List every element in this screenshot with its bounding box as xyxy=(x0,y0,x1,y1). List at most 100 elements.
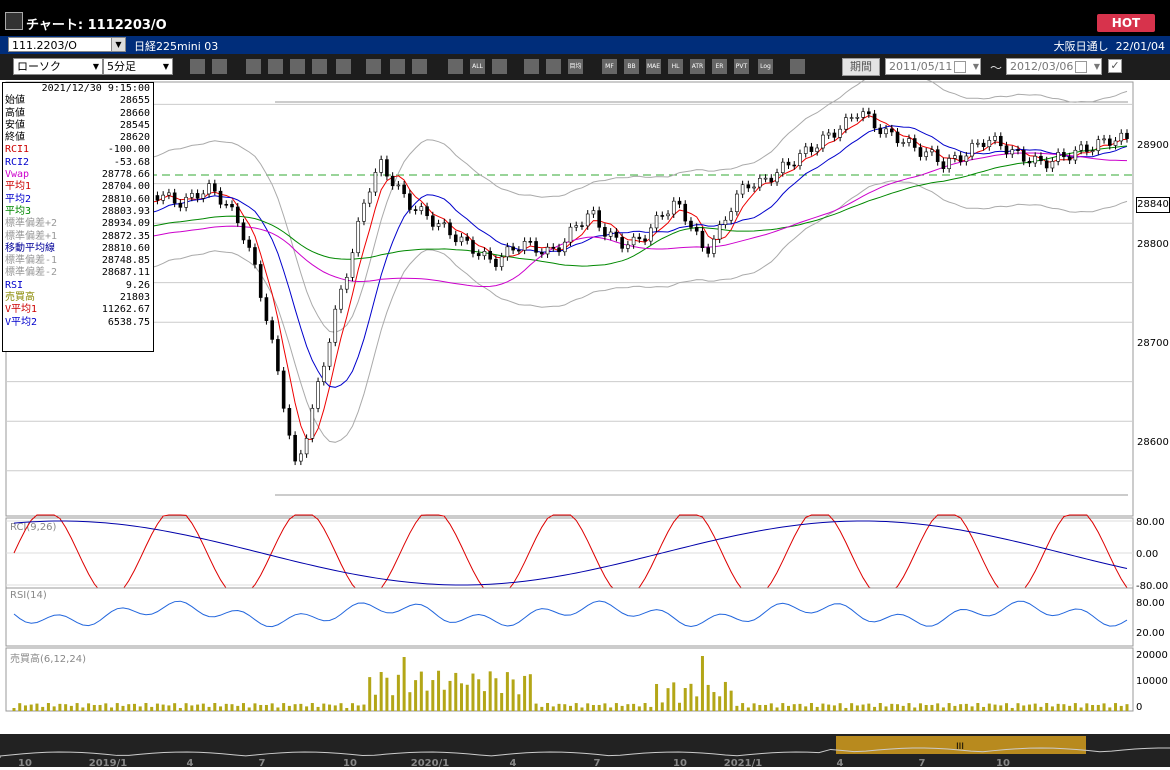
tool-all-button[interactable]: ALL xyxy=(470,59,485,74)
volume-bar xyxy=(167,705,171,711)
draw-icon[interactable] xyxy=(246,59,261,74)
candle-body xyxy=(958,155,963,162)
pen-icon[interactable] xyxy=(336,59,351,74)
candle-body xyxy=(717,224,722,240)
price-tick: 28700 xyxy=(1137,338,1169,349)
tool-mf-button[interactable]: MF xyxy=(602,59,617,74)
candle-body xyxy=(1067,156,1072,161)
tool-atr-button[interactable]: ATR xyxy=(690,59,705,74)
tool-bb-button[interactable]: BB xyxy=(624,59,639,74)
arrow-icon[interactable] xyxy=(366,59,381,74)
info-label: RCI2 xyxy=(5,156,30,168)
volume-bar xyxy=(534,703,538,711)
chevron-down-icon[interactable]: ▼ xyxy=(1094,59,1100,74)
candle-body xyxy=(912,138,917,148)
volume-bar xyxy=(861,704,865,711)
tool-pvt-button[interactable]: PVT xyxy=(734,59,749,74)
wrench-icon[interactable] xyxy=(524,59,539,74)
volume-bar xyxy=(241,703,245,711)
palette-icon[interactable] xyxy=(546,59,561,74)
info-label: 移動平均線 xyxy=(5,242,55,254)
candle-body xyxy=(614,231,619,238)
volume-bar xyxy=(1119,705,1123,711)
candle-body xyxy=(1107,138,1112,146)
info-row: Vwap 28778.66 xyxy=(3,169,153,181)
app-icon xyxy=(5,12,23,30)
toolbar: ローソク ▼ 5分足 ▼ ALL 目均 MF BB MAE HL ATR ER PVT Log 期間 … xyxy=(0,54,1170,80)
volume-bar xyxy=(551,706,555,711)
tool-er-button[interactable]: ER xyxy=(712,59,727,74)
tool-mae-button[interactable]: MAE xyxy=(646,59,661,74)
candle-body xyxy=(976,142,980,145)
info-panel: 2021/12/30 9:15:00 始値 28655 高値 28660 安値 28545… xyxy=(2,82,154,352)
date-from-field[interactable]: 2011/05/11 ▼ xyxy=(885,58,981,75)
date-from-value: 2011/05/11 xyxy=(889,60,953,73)
candle-body xyxy=(540,252,544,255)
chart-area[interactable]: 289002880028700286001430/8:45111416:3019… xyxy=(0,70,1170,769)
volume-bar xyxy=(75,703,79,711)
candle-body xyxy=(769,177,774,183)
candle-body xyxy=(654,215,659,229)
info-label: 標準偏差-1 xyxy=(5,255,58,267)
candle-body xyxy=(1033,155,1038,164)
tool-目均-button[interactable]: 目均 xyxy=(568,59,583,74)
candle-body xyxy=(212,183,217,192)
volume-bar xyxy=(678,702,682,711)
volume-bar xyxy=(345,707,349,711)
period-checkbox[interactable]: ✓ xyxy=(1108,59,1122,73)
right-icon[interactable] xyxy=(448,59,463,74)
volume-bar xyxy=(729,690,733,711)
volume-bar xyxy=(259,704,263,711)
volume-bar xyxy=(408,692,412,711)
volume-bar xyxy=(609,707,613,711)
candle-body xyxy=(953,155,957,159)
volume-bar xyxy=(448,680,452,711)
tool-hl-button[interactable]: HL xyxy=(668,59,683,74)
candle-body xyxy=(729,211,733,221)
volume-bar xyxy=(58,703,62,711)
volume-bar xyxy=(873,706,877,711)
date-to-field[interactable]: 2012/03/06 ▼ xyxy=(1006,58,1102,75)
tool-log-button[interactable]: Log xyxy=(758,59,773,74)
left-icon[interactable] xyxy=(412,59,427,74)
info-row: RSI 9.26 xyxy=(3,280,153,292)
calendar-icon[interactable] xyxy=(1075,61,1087,73)
undo-icon[interactable] xyxy=(390,59,405,74)
candle-body xyxy=(224,203,229,206)
gear-icon[interactable] xyxy=(492,59,507,74)
candle-body xyxy=(453,234,458,243)
rci-tick: 0.00 xyxy=(1136,549,1158,560)
volume-bar xyxy=(373,694,377,711)
exit-icon[interactable] xyxy=(790,59,805,74)
range-tilde: 〜 xyxy=(990,61,1003,75)
volume-bar xyxy=(563,704,567,711)
volume-tick: 0 xyxy=(1136,702,1142,713)
period-button[interactable]: 期間 xyxy=(842,58,880,76)
candle-body xyxy=(1085,144,1089,152)
hot-button[interactable]: HOT xyxy=(1097,14,1155,32)
info-icon[interactable] xyxy=(312,59,327,74)
search-icon[interactable] xyxy=(190,59,205,74)
volume-tick: 20000 xyxy=(1136,650,1168,661)
chart-type-select[interactable]: ローソク ▼ xyxy=(13,58,103,75)
chevron-down-icon[interactable]: ▼ xyxy=(160,59,172,74)
chevron-down-icon[interactable]: ▼ xyxy=(111,38,125,51)
candle-body xyxy=(867,111,871,115)
volume-bar xyxy=(500,693,504,711)
volume-bar xyxy=(150,706,154,711)
chart-canvas[interactable]: 289002880028700286001430/8:45111416:3019… xyxy=(0,70,1170,769)
calendar-icon[interactable] xyxy=(954,61,966,73)
symbol-select[interactable]: 111.2203/O ▼ xyxy=(8,37,126,52)
volume-bar xyxy=(121,705,125,711)
volume-bar xyxy=(322,703,326,711)
volume-bar xyxy=(546,703,550,711)
symbol-bar: 111.2203/O ▼ 日経225mini 03 大阪日通し 22/01/04 xyxy=(0,36,1170,54)
zoom-icon[interactable] xyxy=(268,59,283,74)
volume-bar xyxy=(293,704,297,711)
chevron-down-icon[interactable]: ▼ xyxy=(973,59,979,74)
interval-select[interactable]: 5分足 ▼ xyxy=(103,58,173,75)
cursor-icon[interactable] xyxy=(290,59,305,74)
chevron-down-icon[interactable]: ▼ xyxy=(90,59,102,74)
crosshair-icon[interactable] xyxy=(212,59,227,74)
volume-bar xyxy=(12,708,16,711)
